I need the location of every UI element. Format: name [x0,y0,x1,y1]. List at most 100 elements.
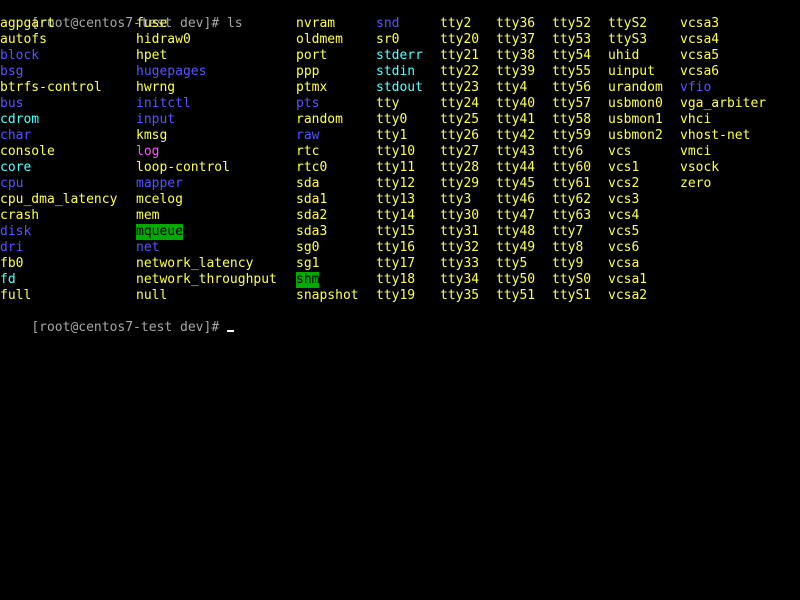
prompt-line-ls: [root@centos7-test dev]# ls [0,0,242,31]
device-entry: tty46 [496,192,536,207]
device-entry: vcsa6 [680,64,720,79]
device-entry: ppp [296,64,320,79]
device-entry: pts [296,96,320,111]
device-entry: hwrng [136,80,176,95]
device-entry: vhost-net [680,128,751,143]
device-entry: ptmx [296,80,328,95]
device-entry: sg1 [296,256,320,271]
device-entry: vcs6 [608,240,640,255]
device-entry: cpu [0,176,24,191]
device-entry: rtc0 [296,160,328,175]
device-entry: tty39 [496,64,536,79]
device-entry: stdin [376,64,416,79]
device-entry: tty58 [552,112,592,127]
device-entry: tty11 [376,160,416,175]
device-entry: ttyS1 [552,288,592,303]
device-entry: bsg [0,64,24,79]
device-entry: cdrom [0,112,40,127]
device-entry: usbmon2 [608,128,663,143]
device-entry: sda2 [296,208,328,223]
device-entry: tty51 [496,288,536,303]
device-entry: tty54 [552,48,592,63]
ls-output-listing: agpgart autofs block bsg btrfs-control bus cdr… [0,16,800,304]
device-entry: stdout [376,80,423,95]
device-entry: block [0,48,40,63]
device-entry: snd [376,16,400,31]
device-entry: tty42 [496,128,536,143]
device-entry: tty25 [440,112,480,127]
device-entry: net [136,240,160,255]
device-entry: tty43 [496,144,536,159]
device-entry: vcs4 [608,208,640,223]
device-entry: tty40 [496,96,536,111]
device-entry: network_latency [136,256,254,271]
block-underscore-cursor-icon [226,330,234,332]
device-entry: disk [0,224,32,239]
device-entry: vcs2 [608,176,640,191]
prompt-line-current[interactable]: [root@centos7-test dev]# [0,304,234,335]
device-entry: tty20 [440,32,480,47]
device-entry: zero [680,176,712,191]
device-entry: vcsa3 [680,16,720,31]
device-entry: tty56 [552,80,592,95]
device-entry: crash [0,208,40,223]
device-entry: oldmem [296,32,343,47]
device-entry: tty38 [496,48,536,63]
device-entry: vcs [608,144,632,159]
device-entry: raw [296,128,320,143]
device-entry: port [296,48,328,63]
device-entry: tty1 [376,128,408,143]
device-entry: sda [296,176,320,191]
device-entry: autofs [0,32,47,47]
device-entry: uinput [608,64,655,79]
device-entry: tty3 [440,192,472,207]
device-entry: loop-control [136,160,230,175]
device-entry: null [136,288,168,303]
device-entry: tty14 [376,208,416,223]
device-entry: tty7 [552,224,584,239]
device-entry: tty24 [440,96,480,111]
device-entry: tty59 [552,128,592,143]
device-entry: mapper [136,176,183,191]
device-entry: bus [0,96,24,111]
device-entry: fb0 [0,256,24,271]
device-entry: snapshot [296,288,359,303]
terminal-screen[interactable]: [root@centos7-test dev]# ls agpgart autof… [0,0,800,600]
device-entry: ttyS0 [552,272,592,287]
device-entry: stderr [376,48,423,63]
device-entry: random [296,112,343,127]
device-entry: tty10 [376,144,416,159]
device-entry: sda1 [296,192,328,207]
device-entry: tty41 [496,112,536,127]
device-entry: tty5 [496,256,528,271]
device-entry: vcsa [608,256,640,271]
device-entry: tty35 [440,288,480,303]
device-entry: sg0 [296,240,320,255]
device-entry: tty18 [376,272,416,287]
device-entry: vmci [680,144,712,159]
device-entry: mcelog [136,192,183,207]
device-entry: fuse [136,16,168,31]
device-entry: tty47 [496,208,536,223]
device-entry: btrfs-control [0,80,102,95]
device-entry: tty50 [496,272,536,287]
device-entry: hpet [136,48,168,63]
device-entry: vsock [680,160,720,175]
device-entry: vcsa4 [680,32,720,47]
device-entry: tty15 [376,224,416,239]
device-entry: tty34 [440,272,480,287]
device-entry: tty44 [496,160,536,175]
device-entry: tty32 [440,240,480,255]
device-entry: tty17 [376,256,416,271]
device-entry: tty53 [552,32,592,47]
device-entry: mem [136,208,160,223]
prompt-text: [root@centos7-test dev]# [31,320,227,335]
device-entry: tty48 [496,224,536,239]
device-entry: mqueue [136,224,183,240]
device-entry: vcsa5 [680,48,720,63]
device-entry: tty45 [496,176,536,191]
device-entry: tty0 [376,112,408,127]
device-entry: kmsg [136,128,168,143]
device-entry: tty6 [552,144,584,159]
device-entry: initctl [136,96,191,111]
